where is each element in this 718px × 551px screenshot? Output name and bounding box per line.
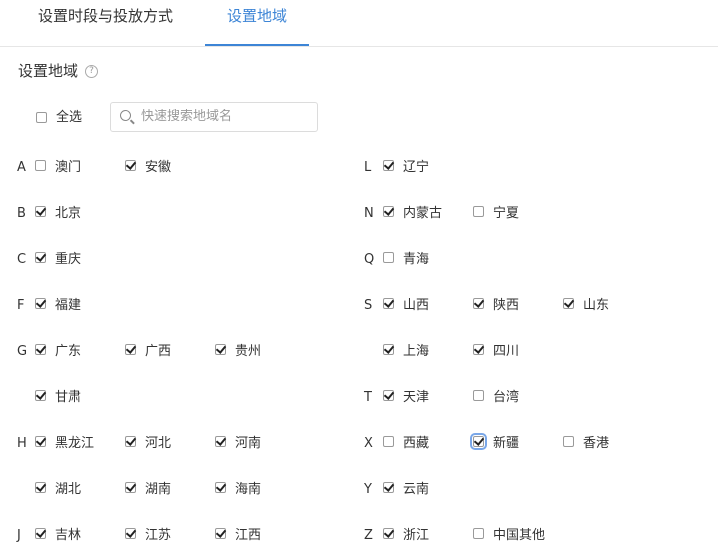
region-label: 中国其他	[493, 528, 546, 543]
region-letter: F	[17, 298, 25, 313]
region-checkbox[interactable]	[35, 344, 46, 355]
region-label: 河北	[145, 436, 172, 451]
region-checkbox[interactable]	[215, 436, 226, 447]
region-label: 黑龙江	[55, 436, 95, 451]
region-checkbox[interactable]	[383, 390, 394, 401]
region-letter: B	[17, 206, 26, 221]
region-checkbox[interactable]	[383, 160, 394, 171]
region-label: 贵州	[235, 344, 262, 359]
region-label: 江西	[235, 528, 262, 543]
region-checkbox[interactable]	[470, 433, 487, 450]
region-label: 福建	[55, 298, 82, 313]
region-letter: Y	[364, 482, 372, 497]
region-letter: X	[364, 436, 373, 451]
region-label: 辽宁	[403, 160, 430, 175]
region-label: 河南	[235, 436, 262, 451]
search-input[interactable]	[141, 109, 311, 124]
region-label: 江苏	[145, 528, 172, 543]
region-checkbox[interactable]	[563, 298, 574, 309]
region-letter: A	[17, 160, 26, 175]
region-checkbox[interactable]	[35, 390, 46, 401]
region-letter: S	[364, 298, 373, 313]
region-letter: J	[17, 528, 21, 543]
region-label: 山西	[403, 298, 430, 313]
region-label: 陕西	[493, 298, 520, 313]
region-checkbox[interactable]	[35, 298, 46, 309]
region-checkbox[interactable]	[383, 482, 394, 493]
region-label: 海南	[235, 482, 262, 497]
region-checkbox[interactable]	[35, 436, 46, 447]
region-checkbox[interactable]	[35, 206, 46, 217]
region-checkbox[interactable]	[215, 344, 226, 355]
region-label: 吉林	[55, 528, 82, 543]
region-letter: H	[17, 436, 27, 451]
region-checkbox[interactable]	[383, 528, 394, 539]
region-checkbox[interactable]	[125, 528, 136, 539]
region-checkbox[interactable]	[215, 482, 226, 493]
select-all-checkbox[interactable]	[36, 112, 47, 123]
region-checkbox[interactable]	[125, 160, 136, 171]
region-label: 新疆	[493, 436, 520, 451]
region-label: 内蒙古	[403, 206, 443, 221]
region-label: 甘肃	[55, 390, 82, 405]
region-label: 香港	[583, 436, 610, 451]
region-checkbox[interactable]	[35, 252, 46, 263]
region-checkbox[interactable]	[35, 528, 46, 539]
region-letter: Z	[364, 528, 373, 543]
region-checkbox[interactable]	[383, 206, 394, 217]
region-label: 云南	[403, 482, 430, 497]
region-label: 北京	[55, 206, 82, 221]
search-icon	[120, 110, 131, 121]
region-checkbox[interactable]	[473, 344, 484, 355]
region-checkbox[interactable]	[125, 344, 136, 355]
region-label: 湖北	[55, 482, 82, 497]
tab-time-and-delivery[interactable]: 设置时段与投放方式	[38, 0, 173, 46]
region-label: 青海	[403, 252, 430, 267]
region-label: 四川	[493, 344, 520, 359]
section-title: 设置地域	[18, 62, 79, 80]
region-checkbox[interactable]	[473, 528, 484, 539]
region-checkbox[interactable]	[215, 528, 226, 539]
region-checkbox[interactable]	[35, 482, 46, 493]
region-label: 重庆	[55, 252, 82, 267]
region-letter: G	[17, 344, 28, 359]
tab-region[interactable]: 设置地域	[205, 0, 309, 46]
region-checkbox[interactable]	[383, 298, 394, 309]
region-checkbox[interactable]	[383, 436, 394, 447]
help-icon[interactable]: ?	[85, 65, 98, 78]
region-letter: Q	[364, 252, 375, 267]
region-label: 广东	[55, 344, 82, 359]
region-label: 山东	[583, 298, 610, 313]
search-box[interactable]	[110, 102, 318, 132]
region-checkbox[interactable]	[35, 160, 46, 171]
region-letter: N	[364, 206, 374, 221]
region-label: 广西	[145, 344, 172, 359]
region-label: 上海	[403, 344, 430, 359]
region-label: 澳门	[55, 160, 82, 175]
region-checkbox[interactable]	[473, 206, 484, 217]
region-checkbox[interactable]	[473, 298, 484, 309]
select-all-label: 全选	[56, 110, 83, 125]
region-checkbox[interactable]	[563, 436, 574, 447]
region-letter: T	[364, 390, 372, 405]
region-label: 湖南	[145, 482, 172, 497]
region-letter: L	[364, 160, 372, 175]
region-checkbox[interactable]	[125, 482, 136, 493]
region-checkbox[interactable]	[125, 436, 136, 447]
region-checkbox[interactable]	[473, 390, 484, 401]
region-checkbox[interactable]	[383, 344, 394, 355]
region-label: 台湾	[493, 390, 520, 405]
region-label: 天津	[403, 390, 430, 405]
region-label: 宁夏	[493, 206, 520, 221]
region-letter: C	[17, 252, 27, 267]
region-label: 浙江	[403, 528, 430, 543]
tab-bar: 设置时段与投放方式 设置地域	[0, 0, 718, 47]
region-label: 安徽	[145, 160, 172, 175]
region-label: 西藏	[403, 436, 430, 451]
region-checkbox[interactable]	[383, 252, 394, 263]
